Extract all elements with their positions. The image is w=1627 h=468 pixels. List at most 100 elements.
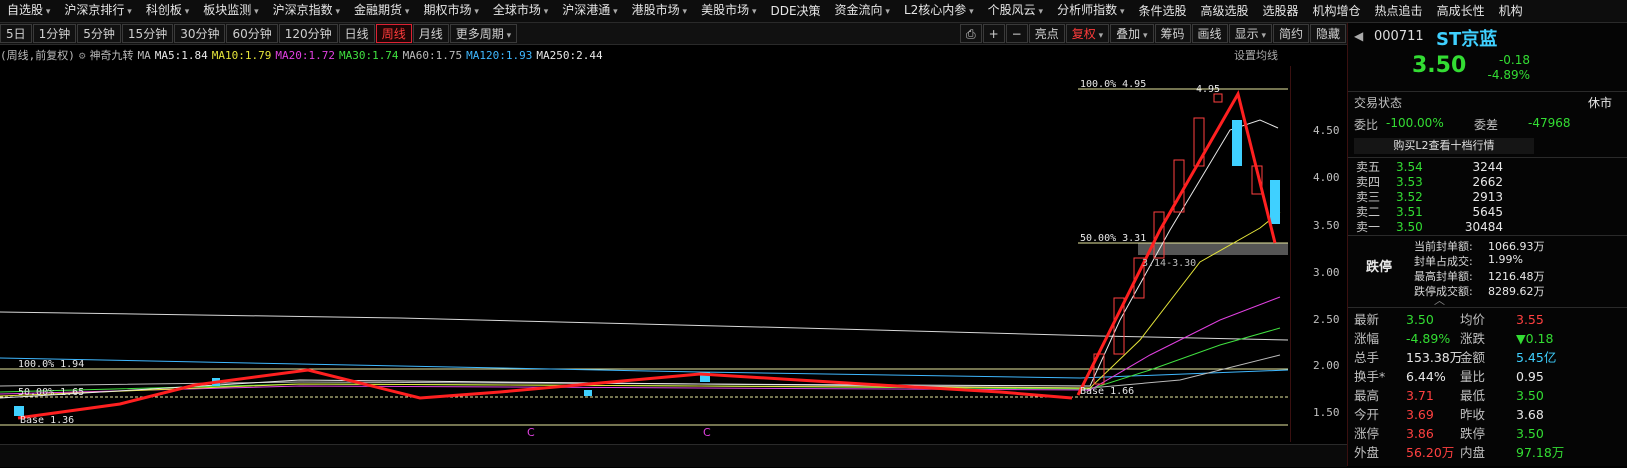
top-menu-item[interactable]: 选股器 [1256,0,1306,22]
ma-legend-row: (周线,前复权) ⚙ 神奇九转 MA MA5:1.84 MA10:1.79 MA… [0,45,1290,65]
ma120-value: MA120:1.93 [466,48,533,62]
stat-value: 3.50 [1516,426,1544,441]
top-menu-item[interactable]: 热点追击 [1368,0,1430,22]
order-book-row[interactable]: 卖二 3.51 5645 [1356,205,1503,220]
ma250-value: MA250:2.44 [536,48,603,62]
period-tab[interactable]: 60分钟 [226,24,278,43]
period-tab[interactable]: 15分钟 [121,24,174,43]
limit-stat-label: 封单占成交: [1414,255,1473,268]
expand-chevron-icon[interactable]: ︿ [1434,292,1445,308]
top-menu-item[interactable]: 沪深京排行 [57,0,138,22]
period-tab[interactable]: 5分钟 [77,24,121,43]
top-menu-item[interactable]: 机构 [1492,0,1530,22]
stat-label: 最新 [1354,312,1380,327]
period-tab[interactable]: 更多周期 [449,24,518,43]
gear-icon[interactable]: ⚙ [79,49,86,62]
ask-label: 卖五 [1356,160,1381,174]
stat-label: 最高 [1354,388,1380,403]
period-tab[interactable]: 1分钟 [32,24,77,43]
stat-value: 153.38万 [1406,350,1463,365]
prev-stock-icon[interactable]: ◀ [1354,29,1363,43]
chart-tool-button[interactable]: 画线 [1191,24,1228,43]
top-menu-item[interactable]: 科创板 [139,0,196,22]
chart-tool-button[interactable]: + [982,24,1005,43]
order-book-row[interactable]: 卖四 3.53 2662 [1356,175,1503,190]
ma-settings-button[interactable]: 设置均线 [1234,47,1278,63]
stat-label: 总手 [1354,350,1380,365]
base-right-label: Base 1.66 [1080,386,1134,397]
ask-label: 卖四 [1356,175,1381,189]
stat-label: 今开 [1354,407,1380,422]
chart-tool-button[interactable]: 亮点 [1028,24,1065,43]
limit-stat-value: 1066.93万 [1488,240,1545,253]
stat-label: 跌停 [1460,426,1486,441]
chart-tool-button[interactable]: ⎙ [959,24,982,43]
chart-tool-button[interactable]: 筹码 [1154,24,1191,43]
trend-line-left [17,368,1073,420]
order-book-row[interactable]: 卖一 3.50 30484 [1356,220,1503,235]
stat-label: 昨收 [1460,407,1486,422]
l2-upgrade-banner[interactable]: 购买L2查看十档行情 [1354,138,1534,154]
chart-tool-button[interactable]: − [1005,24,1028,43]
top-menu-item[interactable]: DDE决策 [763,0,827,22]
top-menu-item[interactable]: 港股市场 [625,0,694,22]
indicator-label[interactable]: 神奇九转 [90,47,134,63]
top-menu-item[interactable]: 自选股 [0,0,57,22]
period-tab[interactable]: 周线 [375,24,412,43]
ma60-value: MA60:1.75 [402,48,463,62]
chart-tool-button[interactable]: 叠加 [1110,24,1154,43]
top-menu-item[interactable]: 个股风云 [981,0,1050,22]
stat-label: 量比 [1460,369,1486,384]
stat-value: 3.50 [1516,388,1544,403]
top-menu-item[interactable]: 机构增仓 [1306,0,1368,22]
stat-label: 最低 [1460,388,1486,403]
top-menu-item[interactable]: 沪深京指数 [266,0,347,22]
top-menu-item[interactable]: 美股市场 [694,0,763,22]
stats-section: 最新 3.50 均价 3.55 涨幅 -4.89% 涨跌 ▼0.18 总手 153.38万 金额 5.… [1348,307,1627,468]
ask-volume: 2662 [1472,175,1503,189]
chart-tool-button[interactable]: 显示 [1228,24,1272,43]
period-tab[interactable]: 5日 [0,24,32,43]
ma30-line [0,327,1281,393]
top-menu-item[interactable]: 高级选股 [1194,0,1256,22]
top-menu-item[interactable]: 期权市场 [416,0,485,22]
ma20-value: MA20:1.72 [275,48,335,62]
top-menu-item[interactable]: 全球市场 [486,0,555,22]
chart-tool-button[interactable]: 隐藏 [1309,24,1346,43]
top-menu-item[interactable]: 金融期货 [347,0,416,22]
stat-value: 3.86 [1406,426,1434,441]
stat-value: 6.44% [1406,369,1446,384]
last-price: 3.50 [1412,53,1467,78]
top-menu-bar: 自选股沪深京排行科创板板块监测沪深京指数金融期货期权市场全球市场沪深港通港股市场… [0,0,1627,23]
stock-name[interactable]: ST京蓝 [1436,25,1497,51]
top-menu-item[interactable]: 高成长性 [1430,0,1492,22]
stat-label: 涨幅 [1354,331,1380,346]
period-tab[interactable]: 月线 [412,24,449,43]
top-menu-item[interactable]: L2核心内参 [897,0,981,22]
ma10-value: MA10:1.79 [211,48,272,62]
period-tab[interactable]: 120分钟 [278,24,338,43]
top-menu-item[interactable]: 板块监测 [196,0,265,22]
order-book-row[interactable]: 卖五 3.54 3244 [1356,160,1503,175]
fib-left-mid-label: 50.00% 1.65 [18,387,84,398]
stat-value: 0.95 [1516,369,1544,384]
ask-price: 3.53 [1396,175,1423,189]
chart-tool-button[interactable]: 复权 [1065,24,1110,43]
period-tab[interactable]: 日线 [338,24,375,43]
order-book-row[interactable]: 卖三 3.52 2913 [1356,190,1503,205]
top-menu-item[interactable]: 沪深港通 [555,0,624,22]
ma250-line [0,311,1289,341]
range-label: 3.14-3.30 [1142,258,1196,269]
period-tab[interactable]: 30分钟 [174,24,226,43]
weicha-value: -47968 [1528,116,1571,130]
chart-tool-button[interactable]: 简约 [1272,24,1309,43]
kline-chart[interactable]: 100.0% 4.95 4.95 50.00% 3.31 3.14-3.30 1… [0,66,1290,442]
ask-label: 卖二 [1356,205,1381,219]
stat-value: 3.71 [1406,388,1434,403]
price-tick: 2.00 [1313,359,1340,372]
stat-value: 3.50 [1406,312,1434,327]
top-menu-item[interactable]: 分析师指数 [1050,0,1131,22]
top-menu-item[interactable]: 条件选股 [1131,0,1193,22]
weibi-value: -100.00% [1386,116,1444,130]
top-menu-item[interactable]: 资金流向 [828,0,897,22]
